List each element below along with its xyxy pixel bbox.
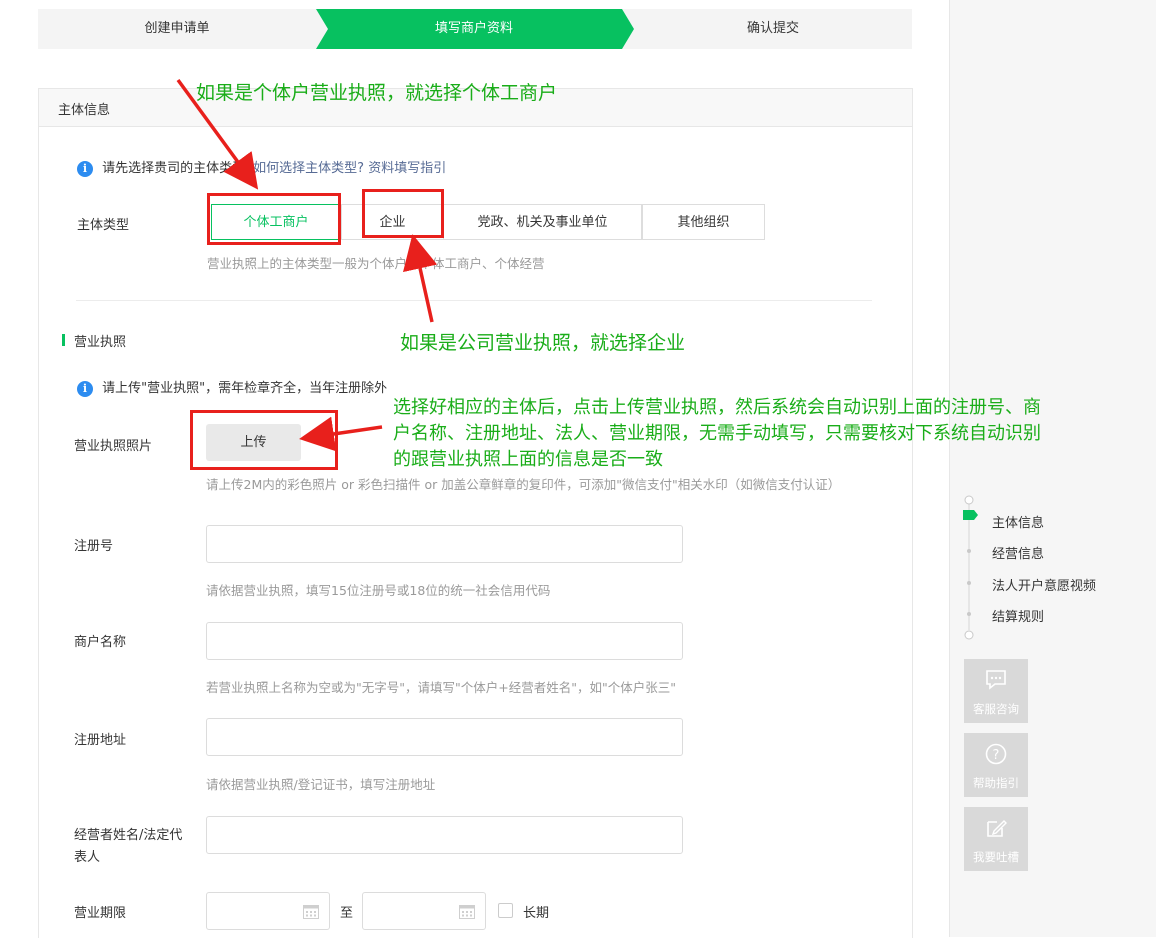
period-end-input[interactable] bbox=[362, 892, 486, 930]
legal-rep-input[interactable] bbox=[206, 816, 683, 854]
side-nav-legal-video[interactable]: 法人开户意愿视频 bbox=[992, 575, 1096, 594]
annotation-upload-line1: 选择好相应的主体后，点击上传营业执照，然后系统会自动识别上面的注册号、商 bbox=[393, 397, 1041, 418]
calendar-icon bbox=[459, 905, 475, 919]
period-label: 营业期限 bbox=[74, 906, 127, 921]
feedback-button[interactable]: 我要吐槽 bbox=[964, 807, 1028, 871]
reg-address-label: 注册地址 bbox=[74, 733, 127, 748]
svg-text:?: ? bbox=[993, 748, 1000, 763]
calendar-icon bbox=[303, 905, 319, 919]
highlight-upload-box bbox=[190, 410, 338, 470]
subject-notice: i 请先选择贵司的主体类型 如何选择主体类型? 资料填写指引 bbox=[77, 157, 446, 177]
reg-address-input[interactable] bbox=[206, 718, 683, 756]
subject-type-hint: 营业执照上的主体类型一般为个体户、个体工商户、个体经营 bbox=[207, 256, 545, 271]
subject-type-label: 主体类型 bbox=[77, 218, 130, 233]
merchant-name-label: 商户名称 bbox=[74, 635, 127, 650]
long-term-label: 长期 bbox=[523, 906, 550, 921]
step-fill-merchant-info: 填写商户资料 bbox=[434, 21, 513, 36]
merchant-name-hint: 若营业执照上名称为空或为"无字号"，请填写"个体户+经营者姓名"，如"个体户张三… bbox=[206, 680, 676, 695]
help-guide-button[interactable]: ? 帮助指引 bbox=[964, 733, 1028, 797]
progress-steps: 创建申请单 填写商户资料 确认提交 bbox=[38, 9, 912, 49]
long-term-checkbox[interactable] bbox=[498, 903, 513, 918]
customer-service-label: 客服咨询 bbox=[973, 702, 1019, 716]
annotation-upload: 选择好相应的主体后，点击上传营业执照，然后系统会自动识别上面的注册号、商 户名称… bbox=[393, 395, 1041, 473]
how-to-choose-link[interactable]: 如何选择主体类型? bbox=[253, 161, 364, 176]
annotation-individual: 如果是个体户营业执照，就选择个体工商户 bbox=[196, 82, 558, 104]
side-nav-subject-info[interactable]: 主体信息 bbox=[992, 512, 1044, 531]
info-icon: i bbox=[77, 381, 93, 397]
license-section-title: 营业执照 bbox=[74, 335, 127, 350]
reg-no-input[interactable] bbox=[206, 525, 683, 563]
highlight-individual-box bbox=[207, 193, 341, 245]
chat-icon bbox=[986, 670, 1006, 690]
license-notice: i 请上传"营业执照"，需年检章齐全，当年注册除外 bbox=[77, 377, 387, 397]
info-icon: i bbox=[77, 161, 93, 177]
edit-icon bbox=[987, 820, 1007, 837]
legal-rep-label: 经营者姓名/法定代 表人 bbox=[74, 825, 182, 869]
highlight-enterprise-box bbox=[362, 189, 444, 238]
feedback-label: 我要吐槽 bbox=[973, 850, 1019, 864]
period-start-input[interactable] bbox=[206, 892, 330, 930]
legal-rep-label-line2: 表人 bbox=[74, 850, 101, 865]
reg-no-hint: 请依据营业执照，填写15位注册号或18位的统一社会信用代码 bbox=[206, 583, 551, 598]
guide-link[interactable]: 资料填写指引 bbox=[368, 161, 446, 176]
reg-address-hint: 请依据营业执照/登记证书，填写注册地址 bbox=[206, 777, 436, 792]
license-notice-text: 请上传"营业执照"，需年检章齐全，当年注册除外 bbox=[102, 381, 388, 396]
upload-hint: 请上传2M内的彩色照片 or 彩色扫描件 or 加盖公章鲜章的复印件，可添加"微… bbox=[206, 477, 841, 492]
legal-rep-label-line1: 经营者姓名/法定代 bbox=[74, 828, 183, 843]
option-other-org[interactable]: 其他组织 bbox=[642, 204, 765, 240]
step-confirm-submit: 确认提交 bbox=[746, 21, 799, 36]
side-nav-business-info[interactable]: 经营信息 bbox=[992, 543, 1044, 562]
notice-text: 请先选择贵司的主体类型 bbox=[102, 161, 246, 176]
divider bbox=[76, 300, 872, 301]
step-create-application: 创建申请单 bbox=[144, 21, 210, 36]
license-photo-label: 营业执照照片 bbox=[74, 439, 153, 454]
annotation-upload-line2: 户名称、注册地址、法人、营业期限，无需手动填写，只需要核对下系统自动识别 bbox=[393, 423, 1041, 444]
side-nav-track bbox=[963, 495, 978, 640]
merchant-name-input[interactable] bbox=[206, 622, 683, 660]
help-icon: ? bbox=[985, 743, 1007, 765]
customer-service-button[interactable]: 客服咨询 bbox=[964, 659, 1028, 723]
section-marker bbox=[62, 334, 65, 346]
side-nav-settlement-rules[interactable]: 结算规则 bbox=[992, 606, 1044, 625]
section-title: 主体信息 bbox=[58, 103, 111, 118]
annotation-upload-line3: 的跟营业执照上面的信息是否一致 bbox=[393, 449, 663, 470]
help-guide-label: 帮助指引 bbox=[973, 776, 1019, 790]
period-to-text: 至 bbox=[340, 906, 354, 921]
reg-no-label: 注册号 bbox=[74, 539, 114, 554]
option-government[interactable]: 党政、机关及事业单位 bbox=[443, 204, 642, 240]
annotation-company: 如果是公司营业执照，就选择企业 bbox=[400, 332, 686, 354]
